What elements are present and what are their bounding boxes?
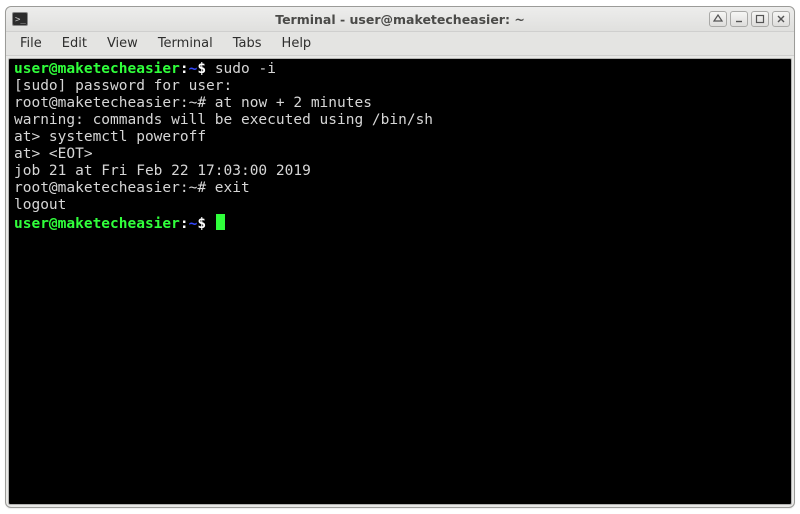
command-text: systemctl poweroff [49, 129, 206, 145]
terminal-icon: >_ [12, 11, 28, 27]
terminal-line: at> systemctl poweroff [14, 129, 786, 146]
prompt-root: root@maketecheasier:~# [14, 95, 215, 111]
prompt-user: user@maketecheasier [14, 61, 180, 77]
maximize-button[interactable] [751, 11, 769, 27]
cursor [216, 214, 225, 230]
command-text: at now + 2 minutes [215, 95, 372, 111]
window-buttons [709, 11, 790, 27]
terminal-line: at> <EOT> [14, 146, 786, 163]
menubar: File Edit View Terminal Tabs Help [6, 32, 794, 56]
keep-above-button[interactable] [709, 11, 727, 27]
prompt-at: at> [14, 129, 49, 145]
close-button[interactable] [772, 11, 790, 27]
command-text: sudo -i [215, 61, 276, 77]
prompt-suffix: $ [197, 61, 214, 77]
terminal-line: logout [14, 197, 786, 214]
terminal-line: warning: commands will be executed using… [14, 112, 786, 129]
terminal-line: root@maketecheasier:~# at now + 2 minute… [14, 95, 786, 112]
prompt-colon: : [180, 61, 189, 77]
menu-terminal[interactable]: Terminal [148, 32, 223, 55]
menu-edit[interactable]: Edit [52, 32, 97, 55]
terminal-line: job 21 at Fri Feb 22 17:03:00 2019 [14, 163, 786, 180]
terminal-line: root@maketecheasier:~# exit [14, 180, 786, 197]
window-title: Terminal - user@maketecheasier: ~ [6, 12, 794, 27]
prompt-root: root@maketecheasier:~# [14, 180, 215, 196]
command-text: exit [215, 180, 250, 196]
terminal-line: user@maketecheasier:~$ [14, 214, 786, 233]
terminal-line: [sudo] password for user: [14, 78, 786, 95]
menu-file[interactable]: File [10, 32, 52, 55]
menu-view[interactable]: View [97, 32, 148, 55]
titlebar: >_ Terminal - user@maketecheasier: ~ [6, 7, 794, 32]
terminal-line: user@maketecheasier:~$ sudo -i [14, 61, 786, 78]
menu-tabs[interactable]: Tabs [223, 32, 272, 55]
menu-help[interactable]: Help [272, 32, 322, 55]
terminal-viewport: user@maketecheasier:~$ sudo -i[sudo] pas… [6, 56, 794, 507]
prompt-at: at> [14, 146, 49, 162]
minimize-button[interactable] [730, 11, 748, 27]
terminal-output[interactable]: user@maketecheasier:~$ sudo -i[sudo] pas… [8, 58, 792, 505]
prompt-colon: : [180, 216, 189, 232]
svg-text:>_: >_ [15, 15, 26, 25]
prompt-user: user@maketecheasier [14, 216, 180, 232]
command-text: <EOT> [49, 146, 93, 162]
prompt-suffix: $ [197, 216, 214, 232]
terminal-window: >_ Terminal - user@maketecheasier: ~ Fil… [5, 6, 795, 508]
